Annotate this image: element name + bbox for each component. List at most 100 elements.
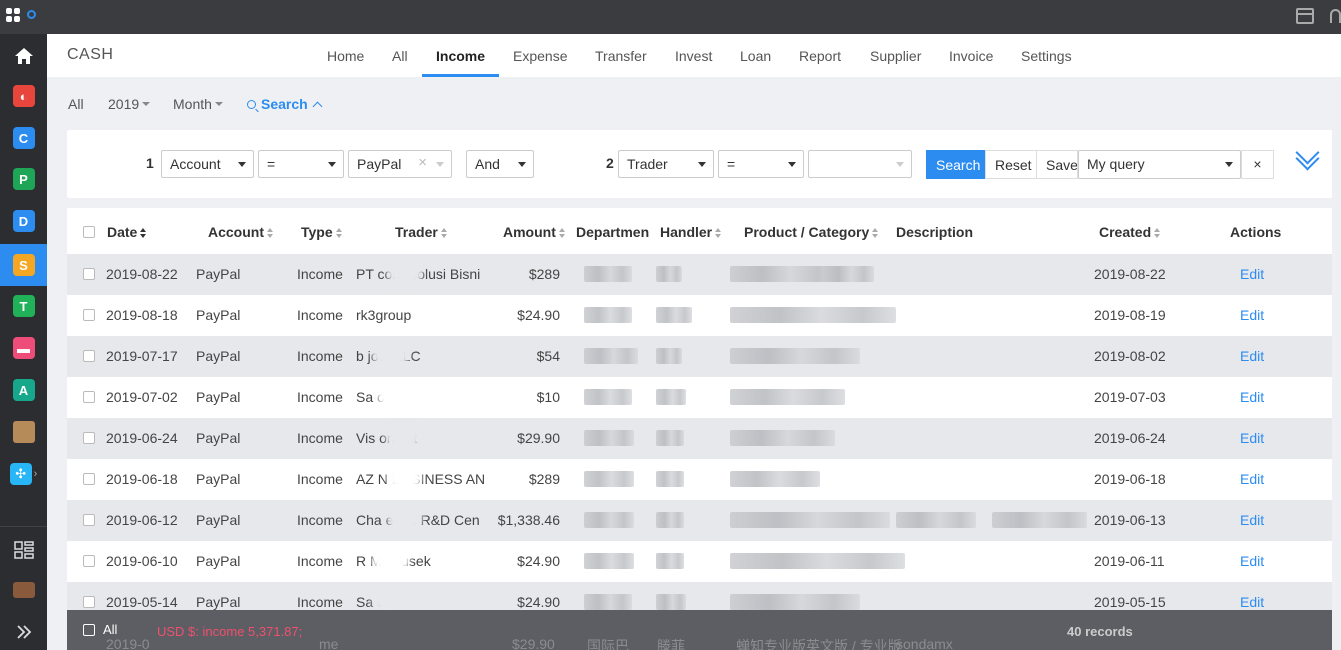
sidebar-app-green[interactable]: P (0, 159, 47, 199)
row-checkbox[interactable] (83, 309, 95, 321)
save-query-button[interactable]: Save (1036, 150, 1078, 179)
cell-type: Income (297, 512, 343, 528)
condition-1-value-select[interactable]: PayPal × (348, 150, 452, 178)
row-checkbox[interactable] (83, 514, 95, 526)
cell-amount: $289 (528, 266, 560, 282)
dropdown-arrow-icon (1225, 162, 1233, 167)
search-toggle[interactable]: Search (247, 96, 323, 112)
row-checkbox[interactable] (83, 432, 95, 444)
collapse-panel-button[interactable] (1295, 140, 1320, 172)
nav-home[interactable]: Home (327, 48, 364, 64)
condition-1-field-select[interactable]: Account (161, 150, 254, 178)
col-header-type-label: Type (301, 224, 333, 240)
app-grid-logo-icon[interactable] (6, 8, 20, 22)
table-row[interactable]: 2019-07-02 PayPal Income Sa o $10 2019-07-03 E… (67, 377, 1332, 418)
row-checkbox[interactable] (83, 555, 95, 567)
nav-supplier[interactable]: Supplier (870, 48, 921, 64)
row-checkbox[interactable] (83, 596, 95, 608)
condition-2-field-select[interactable]: Trader (618, 150, 714, 178)
table-row[interactable]: 2019-08-18 PayPal Income rk3group $24.90 2019… (67, 295, 1332, 336)
redacted-content (824, 266, 874, 282)
row-checkbox[interactable] (83, 473, 95, 485)
row-checkbox[interactable] (83, 350, 95, 362)
col-header-date[interactable]: Date (107, 224, 147, 240)
col-header-amount[interactable]: Amount (503, 224, 566, 240)
sidebar-app-red[interactable]: ◐ (0, 76, 47, 116)
col-header-account[interactable]: Account (208, 224, 274, 240)
table-row[interactable]: 2019-08-22PayPalIncomePT com Solusi Bisn… (67, 254, 1332, 295)
table-row[interactable]: 2019-06-12PayPalIncomeCha e US R&D Cen$1… (67, 500, 1332, 541)
table-row[interactable]: 2019-06-24 PayPal Income Vis ontext $29.90 20… (67, 418, 1332, 459)
footer-select-all-checkbox[interactable] (83, 624, 95, 636)
cell-type: Income (297, 553, 343, 569)
edit-link[interactable]: Edit (1240, 512, 1280, 528)
clear-value-icon[interactable]: × (418, 154, 427, 171)
filter-all[interactable]: All (68, 96, 84, 112)
filter-year-dropdown[interactable]: 2019 (108, 96, 151, 112)
col-header-handler[interactable]: Handler (660, 224, 722, 240)
col-header-actions: Actions (1230, 224, 1282, 240)
row-checkbox[interactable] (83, 391, 95, 403)
edit-link[interactable]: Edit (1240, 471, 1280, 487)
cell-amount: $24.90 (517, 307, 560, 323)
col-header-created[interactable]: Created (1099, 224, 1161, 240)
sidebar-app-cash[interactable]: S (0, 244, 47, 286)
col-header-type[interactable]: Type (301, 224, 343, 240)
sidebar-app-teal[interactable]: A (0, 370, 47, 410)
select-all-checkbox[interactable] (83, 226, 95, 238)
search-button[interactable]: Search (926, 150, 991, 179)
sidebar-app-blue[interactable]: C (0, 118, 47, 158)
logic-operator-select[interactable]: And (466, 150, 534, 178)
condition-2-operator-select[interactable]: = (718, 150, 804, 178)
redacted-content (584, 594, 632, 610)
nav-invest[interactable]: Invest (675, 48, 712, 64)
table-row[interactable]: 2019-06-10PayPalIncomeR Matousek$24.9020… (67, 541, 1332, 582)
nav-settings[interactable]: Settings (1021, 48, 1072, 64)
row-checkbox[interactable] (83, 268, 95, 280)
filter-period-dropdown[interactable]: Month (173, 96, 223, 112)
sidebar-user-avatar[interactable] (0, 570, 47, 610)
edit-link[interactable]: Edit (1240, 430, 1280, 446)
cell-created: 2019-06-24 (1094, 430, 1166, 446)
sidebar-home[interactable] (0, 36, 47, 76)
col-header-department[interactable]: Departmen (576, 224, 649, 240)
table-row[interactable]: 2019-07-17PayPalIncomeb jour LLC$542019-… (67, 336, 1332, 377)
sidebar-expand[interactable] (0, 612, 47, 650)
edit-link[interactable]: Edit (1240, 307, 1280, 323)
col-header-product[interactable]: Product / Category (744, 224, 879, 240)
sidebar-app-avatar[interactable] (0, 412, 47, 452)
condition-2-value-select[interactable] (808, 150, 912, 178)
sidebar-app-more[interactable]: ✣ › (0, 454, 47, 494)
condition-1-operator-select[interactable]: = (258, 150, 344, 178)
nav-invoice[interactable]: Invoice (949, 48, 993, 64)
nav-report[interactable]: Report (799, 48, 841, 64)
edit-link[interactable]: Edit (1240, 266, 1280, 282)
nav-transfer[interactable]: Transfer (595, 48, 647, 64)
sidebar-app-green2[interactable]: T (0, 286, 47, 326)
delete-query-button[interactable]: × (1241, 150, 1274, 179)
reset-button[interactable]: Reset (985, 150, 1042, 179)
nav-all[interactable]: All (392, 48, 408, 64)
edit-link[interactable]: Edit (1240, 594, 1280, 610)
nav-income[interactable]: Income (436, 48, 485, 64)
home-icon (14, 48, 33, 64)
nav-expense[interactable]: Expense (513, 48, 567, 64)
edit-link[interactable]: Edit (1240, 348, 1280, 364)
redacted-content (730, 471, 820, 487)
redacted-content (656, 594, 686, 610)
cell-trader: AZ N BUSINESS AN (356, 471, 486, 487)
edit-link[interactable]: Edit (1240, 553, 1280, 569)
col-header-trader[interactable]: Trader (395, 224, 448, 240)
sidebar-dashboard[interactable] (0, 530, 47, 570)
notification-bell-icon[interactable] (1330, 9, 1341, 23)
calendar-icon[interactable] (1296, 8, 1314, 24)
table-row[interactable]: 2019-06-18 PayPal Income AZ N BUSINESS AN $2… (67, 459, 1332, 500)
sidebar-app-pink[interactable]: ▬ (0, 328, 47, 368)
edit-link[interactable]: Edit (1240, 389, 1280, 405)
nav-loan[interactable]: Loan (740, 48, 771, 64)
cell-account: PayPal (196, 266, 241, 282)
table-footer-bar: 2019-0 me $29.90 国际巴 滕菲 蝉知专业版英文版 / 专业版 s… (67, 610, 1332, 650)
ghost-row-product: 蝉知专业版英文版 / 专业版 (736, 638, 902, 650)
sidebar-app-blue2[interactable]: D (0, 201, 47, 241)
saved-query-select[interactable]: My query (1078, 150, 1241, 179)
